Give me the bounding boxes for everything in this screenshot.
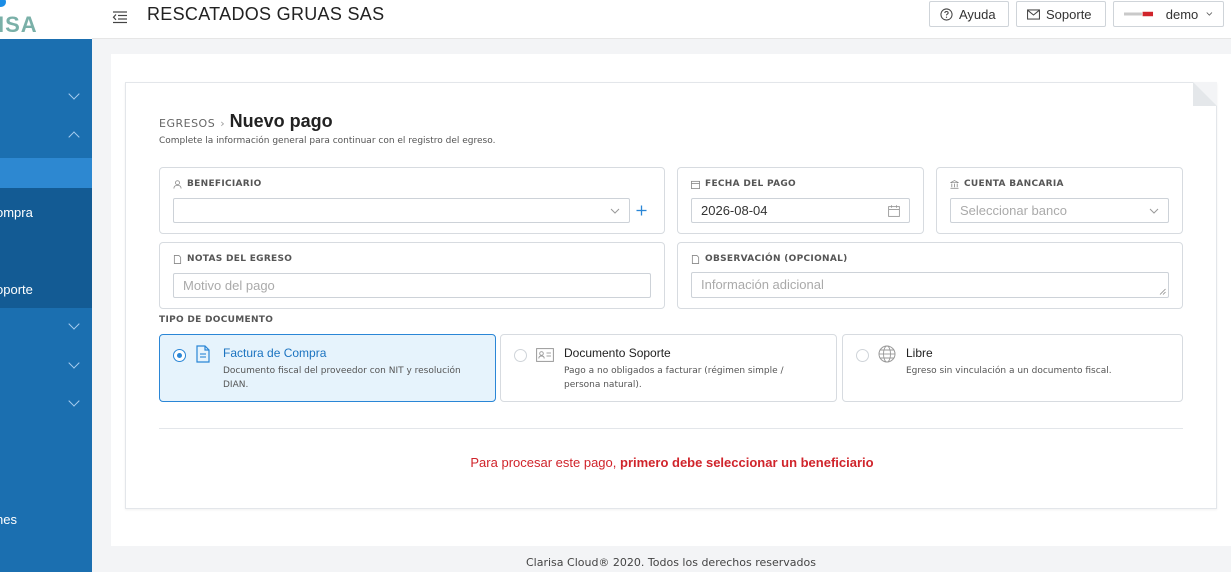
sidebar-item-active[interactable] [0,158,92,188]
notes-field-group: NOTAS DEL EGRESO Motivo del pago [159,242,665,309]
divider [159,428,1183,429]
page-title: Nuevo pago [229,111,333,131]
bank-account-label: CUENTA BANCARIA [950,179,1064,189]
company-name: RESCATADOS GRUAS SAS [147,4,385,24]
doc-type-option-soporte[interactable]: Documento Soporte Pago a no obligados a … [500,334,837,402]
payment-form-card: EGRESOS › Nuevo pago Complete la informa… [125,82,1217,509]
bank-account-field-group: CUENTA BANCARIA Seleccionar banco [936,167,1183,234]
chevron-down-icon [1149,208,1159,214]
chevron-down-icon[interactable] [68,357,80,369]
calendar-icon [691,180,700,189]
payment-date-input[interactable]: 2026-08-04 [691,198,910,223]
doc-type-option-factura[interactable]: Factura de Compra Documento fiscal del p… [159,334,496,402]
beneficiary-select[interactable] [173,198,630,223]
help-label: Ayuda [959,6,996,22]
sidebar: ISA ompra oporte nes [0,0,92,572]
help-button[interactable]: Ayuda [929,1,1009,27]
add-beneficiary-icon[interactable] [636,205,647,216]
footer-copyright: Clarisa Cloud® 2020. Todos los derechos … [525,556,816,569]
option-description: Pago a no obligados a facturar (régimen … [564,366,784,390]
card-folded-corner [1193,82,1217,106]
chevron-down-icon[interactable] [68,318,80,330]
observation-label: OBSERVACIÓN (OPCIONAL) [691,254,848,264]
chevron-down-icon [1206,12,1213,16]
breadcrumb-parent[interactable]: EGRESOS [159,117,215,130]
sidebar-item-nes[interactable]: nes [0,512,17,527]
chevron-up-icon[interactable] [68,131,80,143]
bank-account-select[interactable]: Seleccionar banco [950,198,1169,223]
notes-input[interactable]: Motivo del pago [173,273,651,298]
document-icon [173,254,182,264]
logo-dot [0,0,6,7]
support-label: Soporte [1046,6,1092,22]
warning-prefix: Para procesar este pago, [470,455,617,470]
page-subtitle: Complete la información general para con… [159,136,496,146]
chevron-down-icon[interactable] [68,88,80,100]
sidebar-item-soporte[interactable]: oporte [0,282,33,297]
document-type-label: TIPO DE DOCUMENTO [159,315,274,325]
radio-button[interactable] [856,349,869,362]
logo-text: ISA [0,12,38,37]
menu-collapse-icon[interactable] [112,10,128,24]
app-logo[interactable]: ISA [0,0,92,39]
warning-emphasis: primero debe seleccionar un beneficiario [620,455,874,470]
company-logo-icon [1124,11,1154,17]
beneficiary-label: BENEFICIARIO [173,179,262,189]
radio-button[interactable] [514,349,527,362]
chevron-down-icon[interactable] [68,395,80,407]
payment-date-label: FECHA DEL PAGO [691,179,796,189]
calendar-icon [888,205,900,217]
observation-field-group: OBSERVACIÓN (OPCIONAL) Información adici… [677,242,1183,309]
invoice-document-icon [196,345,210,363]
beneficiary-warning-message: Para procesar este pago, primero debe se… [126,455,1218,470]
breadcrumb: EGRESOS › Nuevo pago [159,111,333,132]
resize-handle-icon[interactable] [1159,288,1166,295]
user-label: demo [1165,6,1199,22]
sidebar-item-compra[interactable]: ompra [0,205,33,220]
option-description: Documento fiscal del proveedor con NIT y… [223,366,461,390]
observation-textarea[interactable]: Información adicional [691,272,1169,298]
payment-date-field-group: FECHA DEL PAGO 2026-08-04 [677,167,924,234]
document-icon [691,254,700,264]
doc-type-option-libre[interactable]: Libre Egreso sin vinculación a un docume… [842,334,1183,402]
option-title: Factura de Compra [223,346,327,360]
chevron-down-icon [610,208,620,214]
breadcrumb-separator: › [220,117,225,130]
bank-icon [950,179,959,189]
help-circle-icon [940,7,953,21]
support-button[interactable]: Soporte [1016,1,1106,27]
notes-label: NOTAS DEL EGRESO [173,254,292,264]
user-icon [173,179,182,189]
topbar: RESCATADOS GRUAS SAS Ayuda Soporte demo [92,0,1231,39]
user-menu-button[interactable]: demo [1113,1,1224,27]
option-title: Documento Soporte [564,346,671,360]
globe-icon [878,345,896,363]
radio-button[interactable] [173,349,186,362]
mail-icon [1027,8,1040,20]
id-card-icon [536,348,554,362]
option-description: Egreso sin vinculación a un documento fi… [906,366,1112,376]
beneficiary-field-group: BENEFICIARIO [159,167,665,234]
option-title: Libre [906,346,933,360]
